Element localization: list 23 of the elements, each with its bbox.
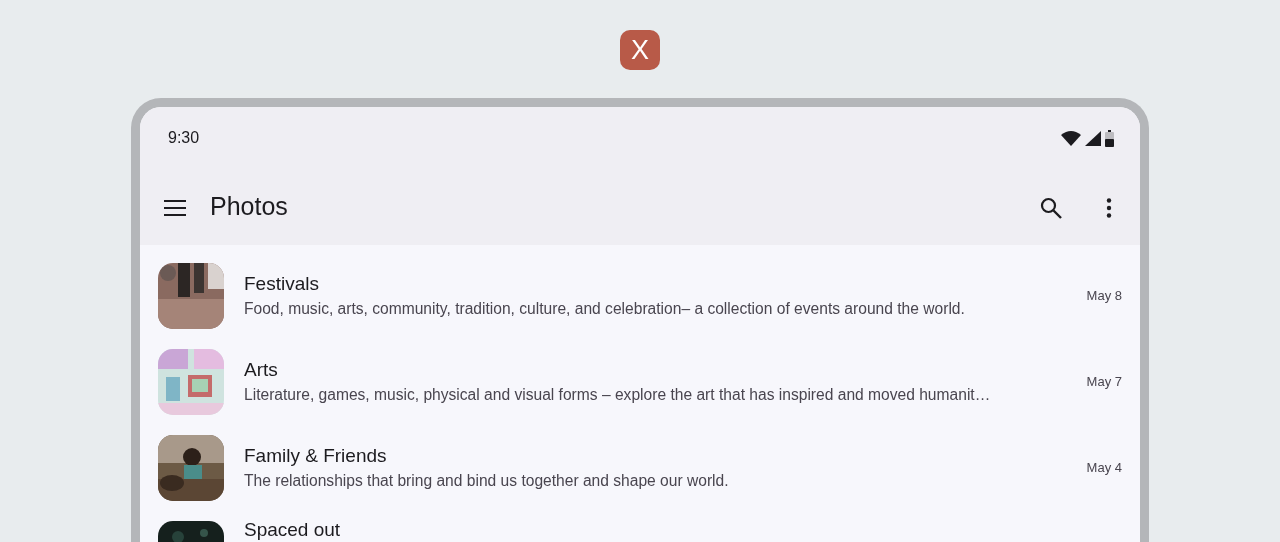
- list-item[interactable]: Festivals Food, music, arts, community, tradition, culture, and celebration– a collection of events around the world. May 8: [140, 248, 1140, 334]
- status-time: 9:30: [168, 128, 200, 148]
- more-icon: [1106, 197, 1112, 218]
- signal-icon: [1085, 130, 1101, 146]
- list-item[interactable]: Arts Literature, games, music, physical and visual forms – explore the art that has inspired and moved humanit… May 7: [140, 334, 1140, 420]
- item-description: Literature, games, music, physical and visual forms – explore the art that has inspired and moved humanit…: [244, 385, 992, 405]
- item-date: May 4: [1086, 459, 1122, 478]
- item-description: The relationships that bring and bind us together and shape our world.: [244, 471, 730, 491]
- list-item[interactable]: Family & Friends The relationships that bring and bind us together and shape our world. May 4: [140, 420, 1140, 506]
- item-title: Spaced out: [244, 519, 342, 541]
- app-badge: X: [620, 30, 660, 70]
- item-date: May 8: [1086, 287, 1122, 306]
- item-description: Food, music, arts, community, tradition, culture, and celebration– a collection of events around the world.: [244, 299, 966, 319]
- menu-icon: [164, 199, 186, 216]
- list-item[interactable]: Spaced out: [140, 506, 1140, 542]
- item-title: Family & Friends: [244, 444, 388, 468]
- item-title: Arts: [244, 358, 279, 382]
- search-icon: [1040, 196, 1062, 219]
- item-date: May 7: [1086, 373, 1122, 392]
- app-title: Photos: [210, 191, 288, 223]
- wifi-icon: [1061, 130, 1081, 146]
- item-title: Festivals: [244, 272, 320, 296]
- battery-icon: [1105, 129, 1114, 147]
